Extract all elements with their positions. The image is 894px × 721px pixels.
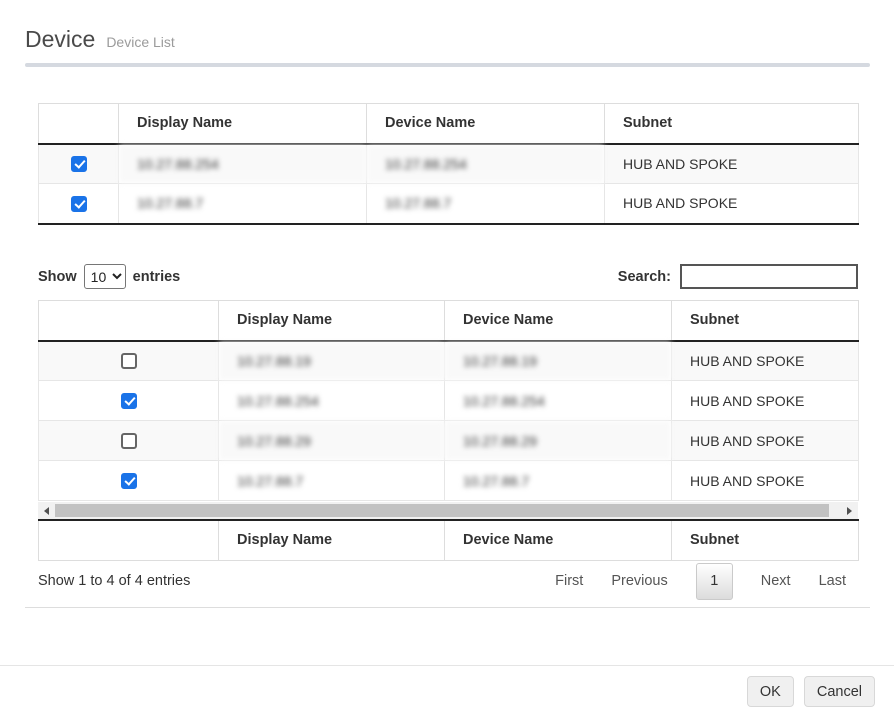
device-name-cell: 10.27.88.254 [445, 381, 672, 421]
table-row: 10.27.88.7 10.27.88.7 HUB AND SPOKE [39, 461, 859, 501]
row-checkbox[interactable] [121, 393, 137, 409]
row-checkbox[interactable] [71, 196, 87, 212]
subnet-column-footer: Subnet [672, 520, 859, 560]
table-info-text: Show 1 to 4 of 4 entries [38, 573, 190, 589]
display-name-cell: 10.27.88.254 [119, 144, 367, 184]
display-name-cell: 10.27.88.7 [119, 184, 367, 224]
table-row: 10.27.88.254 10.27.88.254 HUB AND SPOKE [39, 144, 859, 184]
device-name-column-header: Device Name [445, 301, 672, 341]
footer-divider [0, 665, 894, 666]
row-checkbox[interactable] [71, 156, 87, 172]
device-name-cell: 10.27.88.254 [367, 144, 605, 184]
page-size-select[interactable]: 10 [84, 264, 126, 289]
row-checkbox[interactable] [121, 353, 137, 369]
checkbox-column-header [39, 104, 119, 144]
subnet-cell: HUB AND SPOKE [672, 381, 859, 421]
pagination-current-page[interactable]: 1 [696, 563, 733, 600]
search-input[interactable] [680, 264, 858, 289]
pagination-next[interactable]: Next [761, 573, 791, 589]
subnet-cell: HUB AND SPOKE [672, 461, 859, 501]
pagination-first[interactable]: First [555, 573, 583, 589]
checkbox-column-footer [39, 520, 219, 560]
table-row: 10.27.88.254 10.27.88.254 HUB AND SPOKE [39, 381, 859, 421]
search-label: Search: [618, 269, 671, 285]
row-checkbox[interactable] [121, 473, 137, 489]
horizontal-scrollbar[interactable] [38, 502, 858, 519]
entries-label: entries [133, 269, 181, 285]
device-name-cell: 10.27.88.7 [445, 461, 672, 501]
page-title: Device [25, 26, 95, 53]
subnet-cell: HUB AND SPOKE [672, 341, 859, 381]
scroll-left-icon[interactable] [38, 502, 55, 519]
page-header: Device Device List [25, 26, 175, 53]
show-label: Show [38, 269, 77, 285]
table-footer-row: Display Name Device Name Subnet [39, 520, 859, 560]
page-size-control: Show 10 entries [38, 264, 180, 289]
selected-devices-table: Display Name Device Name Subnet 10.27.88… [38, 103, 859, 225]
table-controls: Show 10 entries Search: [38, 264, 858, 289]
table-header-row: Display Name Device Name Subnet [39, 104, 859, 144]
dialog-actions: OK Cancel [747, 676, 875, 707]
device-list-table: Display Name Device Name Subnet 10.27.88… [38, 300, 859, 501]
pagination-previous[interactable]: Previous [611, 573, 667, 589]
device-name-column-footer: Device Name [445, 520, 672, 560]
ok-button[interactable]: OK [747, 676, 794, 707]
device-dialog: Device Device List Display Name Device N… [0, 0, 894, 721]
subnet-cell: HUB AND SPOKE [672, 421, 859, 461]
display-name-cell: 10.27.88.19 [219, 341, 445, 381]
display-name-column-header: Display Name [219, 301, 445, 341]
display-name-cell: 10.27.88.29 [219, 421, 445, 461]
checkbox-column-header [39, 301, 219, 341]
subnet-cell: HUB AND SPOKE [605, 184, 859, 224]
display-name-cell: 10.27.88.254 [219, 381, 445, 421]
pagination: First Previous 1 Next Last [555, 562, 846, 600]
table-row: 10.27.88.7 10.27.88.7 HUB AND SPOKE [39, 184, 859, 224]
subnet-column-header: Subnet [605, 104, 859, 144]
panel-bottom-border [25, 607, 870, 608]
page-subtitle: Device List [106, 34, 174, 50]
row-checkbox[interactable] [121, 433, 137, 449]
device-name-cell: 10.27.88.19 [445, 341, 672, 381]
scroll-right-icon[interactable] [841, 502, 858, 519]
subnet-column-header: Subnet [672, 301, 859, 341]
table-header-row: Display Name Device Name Subnet [39, 301, 859, 341]
device-name-column-header: Device Name [367, 104, 605, 144]
header-divider [25, 63, 870, 67]
table-row: 10.27.88.29 10.27.88.29 HUB AND SPOKE [39, 421, 859, 461]
scrollbar-track[interactable] [55, 502, 841, 519]
device-list-table-footer: Display Name Device Name Subnet [38, 519, 859, 561]
search-control: Search: [618, 264, 858, 289]
subnet-cell: HUB AND SPOKE [605, 144, 859, 184]
pagination-last[interactable]: Last [819, 573, 846, 589]
device-name-cell: 10.27.88.7 [367, 184, 605, 224]
table-row: 10.27.88.19 10.27.88.19 HUB AND SPOKE [39, 341, 859, 381]
scrollbar-thumb[interactable] [55, 504, 829, 517]
device-name-cell: 10.27.88.29 [445, 421, 672, 461]
display-name-column-header: Display Name [119, 104, 367, 144]
display-name-column-footer: Display Name [219, 520, 445, 560]
cancel-button[interactable]: Cancel [804, 676, 875, 707]
display-name-cell: 10.27.88.7 [219, 461, 445, 501]
